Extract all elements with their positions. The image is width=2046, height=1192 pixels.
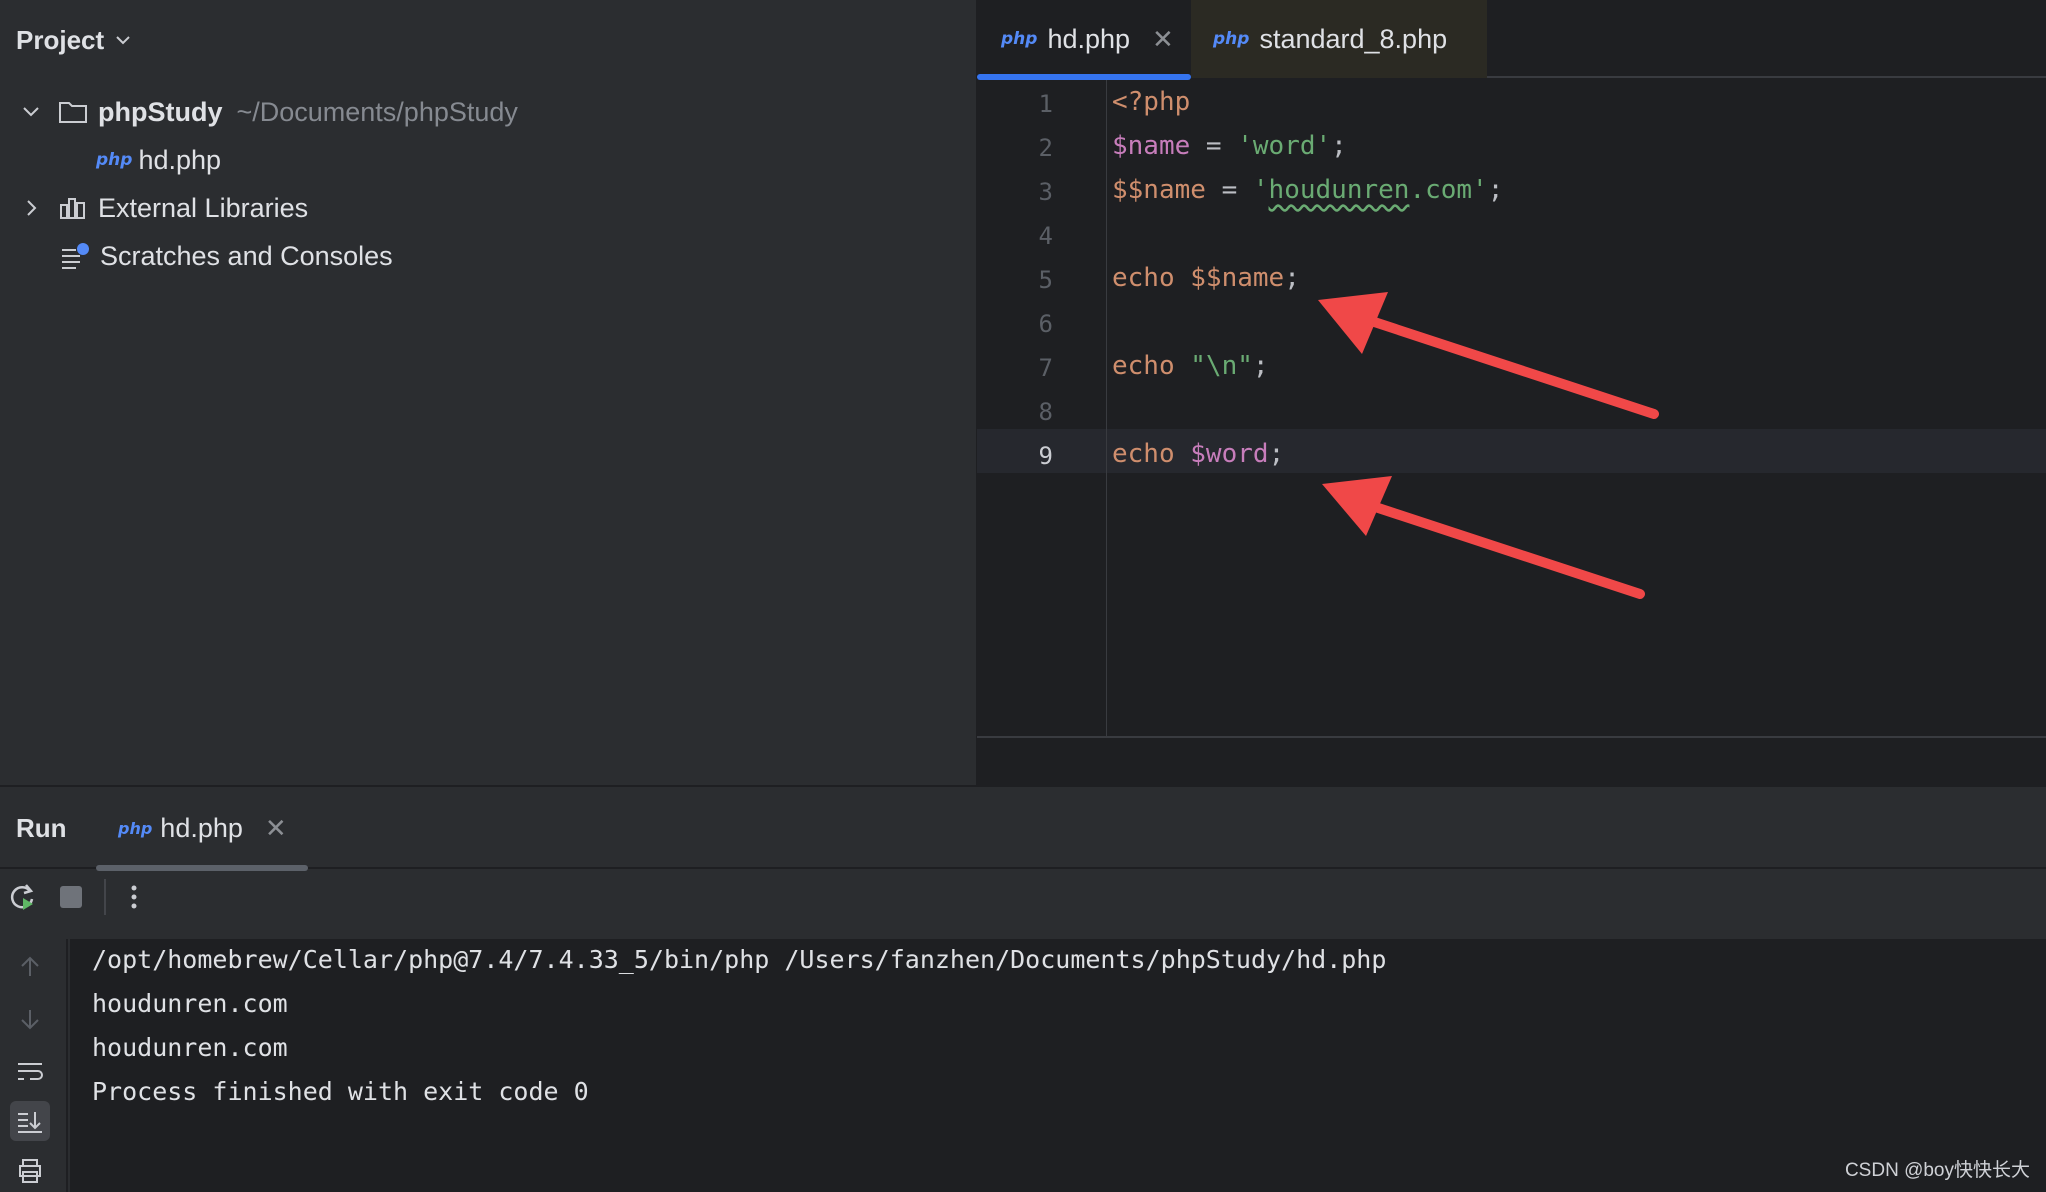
code-string: 'word' [1237, 131, 1332, 161]
code-punct: ; [1284, 263, 1300, 293]
tree-item-hd-php[interactable]: php hd.php [96, 138, 221, 182]
close-icon[interactable]: ✕ [265, 813, 287, 844]
tab-label: standard_8.php [1259, 23, 1448, 54]
project-panel: Project phpStudy ~/Documents/phpStudy ph… [0, 0, 976, 785]
console-line: /opt/homebrew/Cellar/php@7.4/7.4.33_5/bi… [92, 945, 1387, 974]
code-keyword: echo [1112, 263, 1191, 293]
editor[interactable]: php hd.php ✕ php standard_8.php 1 2 3 4 … [977, 0, 2046, 785]
chevron-right-icon[interactable] [20, 197, 42, 219]
scroll-down-button[interactable] [10, 999, 50, 1039]
run-toolbar [0, 871, 2046, 923]
code-keyword: echo [1112, 351, 1191, 381]
php-file-icon: php [1213, 29, 1250, 49]
more-options-icon[interactable] [124, 882, 144, 912]
editor-bottom-border [977, 736, 2046, 738]
run-tab-bar: Run php hd.php ✕ [0, 787, 2046, 871]
code-variable: $$name [1190, 263, 1285, 293]
code-area[interactable]: 1 2 3 4 5 6 7 8 9 <?php $name = 'word'; … [977, 80, 2046, 736]
watermark: CSDN @boy快快长大 [1844, 1160, 2030, 1181]
toolbar-separator [104, 879, 106, 915]
run-tab-label: hd.php [160, 812, 243, 843]
code-variable: $name [1112, 131, 1191, 161]
print-button[interactable] [10, 1151, 50, 1191]
code-line-5: echo $$name; [1112, 263, 1300, 293]
project-header[interactable]: Project [16, 22, 132, 58]
line-number: 7 [1038, 354, 1053, 382]
soft-wrap-icon [18, 1063, 43, 1080]
gutter-separator [1106, 80, 1107, 736]
line-number-current: 9 [1038, 442, 1053, 470]
code-variable: $$name [1112, 175, 1206, 205]
line-number: 6 [1038, 310, 1053, 338]
code-line-3: $$name = 'houdunren.com'; [1112, 175, 1503, 205]
line-number: 2 [1038, 134, 1053, 162]
tree-item-label: External Libraries [98, 192, 309, 223]
tree-item-path: ~/Documents/phpStudy [236, 96, 518, 127]
tree-item-external-libraries[interactable]: External Libraries [20, 186, 308, 230]
php-file-icon: php [1001, 29, 1038, 49]
code-string-typo: houdunren [1268, 175, 1410, 205]
line-number: 4 [1038, 222, 1053, 250]
tab-standard-8-php[interactable]: php standard_8.php [1191, 0, 1487, 78]
code-variable: $word [1190, 439, 1269, 469]
chevron-down-icon[interactable] [20, 101, 42, 123]
scroll-to-end-button[interactable] [10, 1101, 50, 1141]
close-icon[interactable]: ✕ [1152, 24, 1174, 55]
php-file-icon: php [96, 150, 133, 170]
scroll-to-end-icon [18, 1112, 42, 1133]
code-keyword: echo [1112, 439, 1191, 469]
code-line-2: $name = 'word'; [1112, 131, 1347, 161]
code-punct: ; [1268, 439, 1285, 469]
run-tab-hd-php[interactable]: php hd.php ✕ [96, 787, 308, 871]
code-punct: ; [1331, 131, 1347, 161]
tab-hd-php[interactable]: php hd.php ✕ [977, 0, 1191, 80]
console-line: Process finished with exit code 0 [92, 1077, 589, 1106]
run-title: Run [16, 813, 67, 843]
tab-label: hd.php [1047, 23, 1131, 54]
code-string: .com' [1409, 175, 1488, 205]
tree-item-scratches[interactable]: Scratches and Consoles [58, 234, 393, 278]
line-number: 3 [1038, 178, 1053, 206]
php-run-icon: php [118, 818, 153, 838]
print-icon [19, 1159, 41, 1183]
console-side-toolbar [0, 939, 68, 1192]
scratches-icon [62, 243, 89, 269]
project-title: Project [16, 24, 105, 55]
tree-item-label: hd.php [138, 144, 222, 175]
code-punct: ; [1252, 351, 1269, 381]
code-string: "\n" [1190, 351, 1253, 381]
rerun-icon[interactable] [6, 881, 38, 913]
soft-wrap-button[interactable] [10, 1051, 50, 1091]
code-string: ' [1252, 175, 1269, 205]
code-operator: = [1190, 131, 1238, 161]
stop-icon[interactable] [56, 882, 86, 912]
library-icon [60, 198, 85, 219]
editor-tab-bar: php hd.php ✕ php standard_8.php [977, 0, 2046, 80]
code-punct: ; [1487, 175, 1504, 205]
run-panel: Run php hd.php ✕ /opt/homebrew/Cellar/ph… [0, 785, 2046, 1192]
line-number: 1 [1038, 90, 1053, 118]
scroll-up-button[interactable] [10, 947, 50, 987]
console-output[interactable]: /opt/homebrew/Cellar/php@7.4/7.4.33_5/bi… [70, 939, 2046, 1192]
tree-item-label: phpStudy [98, 96, 223, 127]
code-line-1: <?php [1112, 87, 1190, 117]
line-number: 5 [1038, 266, 1053, 294]
folder-icon [59, 102, 87, 123]
console-line: houdunren.com [92, 1033, 288, 1062]
code-operator: = [1205, 175, 1253, 205]
code-line-9: echo $word; [1112, 439, 1284, 469]
arrow-down-icon [21, 1010, 39, 1030]
tree-item-phpstudy[interactable]: phpStudy ~/Documents/phpStudy [20, 90, 518, 134]
tree-item-label: Scratches and Consoles [100, 240, 393, 271]
console-line: houdunren.com [92, 989, 288, 1018]
php-open-tag: <?php [1112, 87, 1191, 117]
chevron-down-icon[interactable] [114, 31, 132, 49]
code-line-7: echo "\n"; [1112, 351, 1269, 381]
line-number: 8 [1038, 398, 1053, 426]
arrow-up-icon [21, 956, 39, 976]
